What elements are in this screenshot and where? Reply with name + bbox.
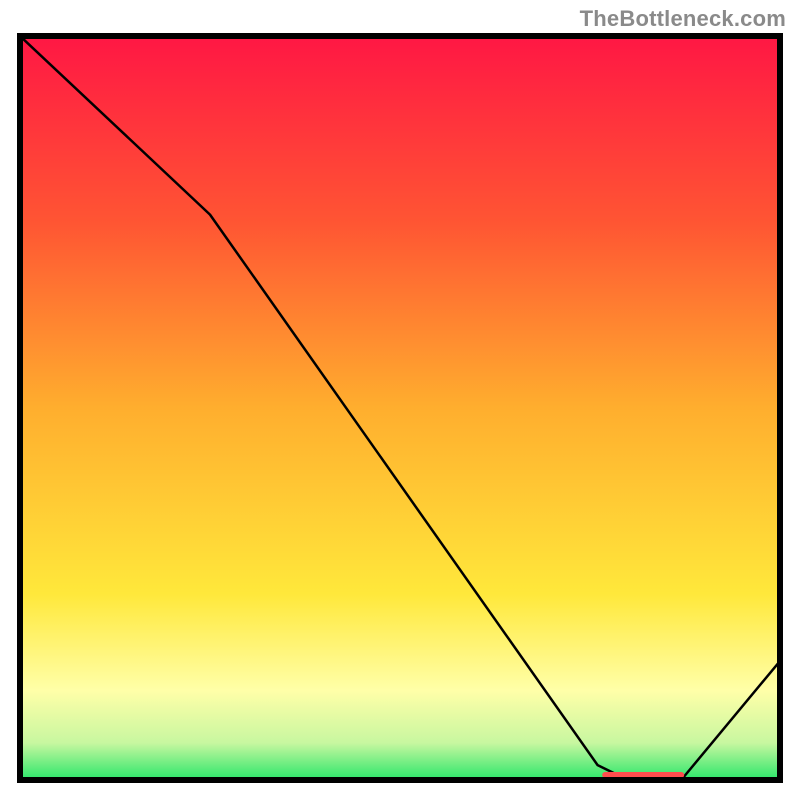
watermark-text: TheBottleneck.com — [580, 6, 786, 32]
bottleneck-chart — [0, 0, 800, 800]
figure: TheBottleneck.com — [0, 0, 800, 800]
plot-background — [20, 36, 780, 780]
